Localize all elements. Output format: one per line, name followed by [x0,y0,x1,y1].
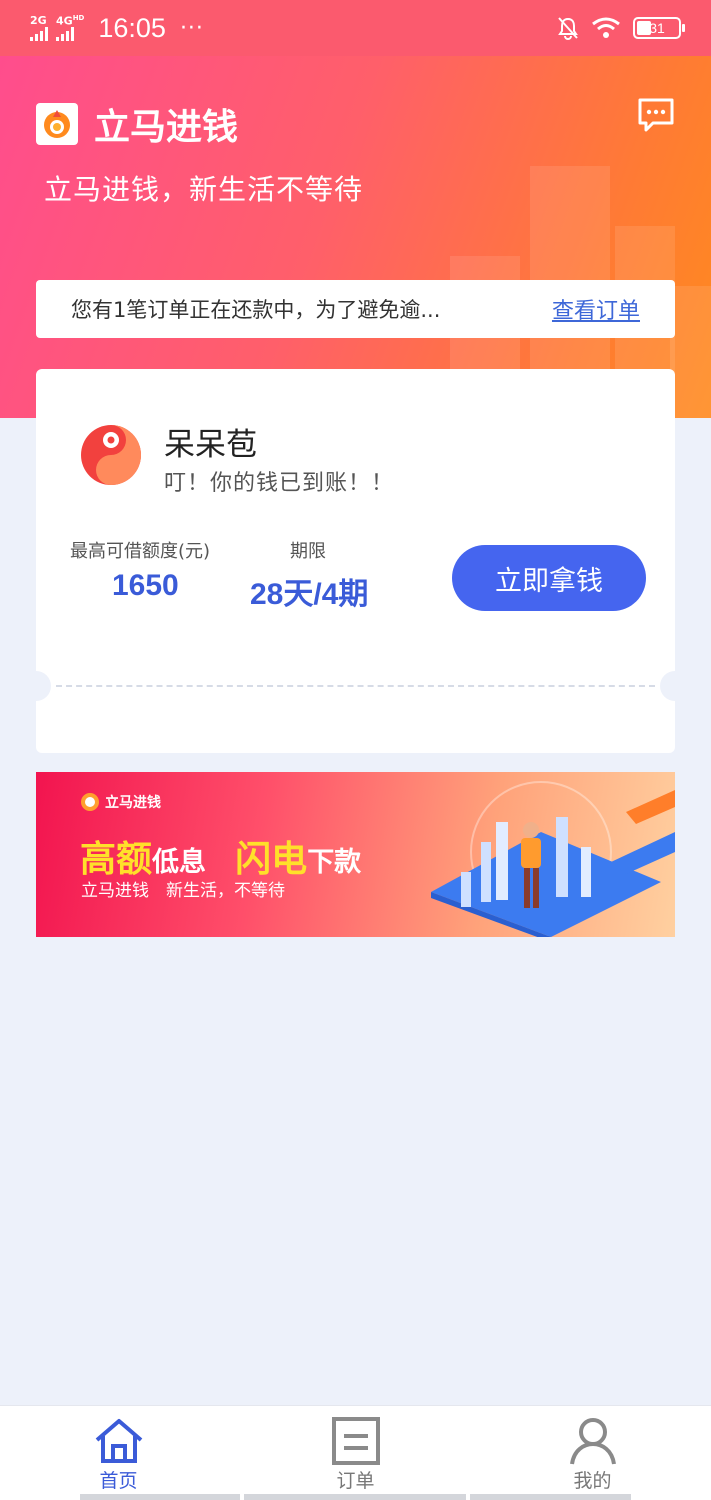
flame-coin-icon [44,110,70,138]
slogan: 立马进钱，新生活不等待 [44,173,364,206]
clock: 16:05 [98,12,166,43]
product-subtitle: 叮！你的钱已到账！！ [164,471,395,496]
message-icon[interactable] [637,96,675,134]
header-banner: 立马进钱 立马进钱，新生活不等待 您有1笔订单正在还款中，为了避免逾... 查看… [0,56,711,418]
nav-mine-label: 我的 [573,1470,612,1492]
limit-label: 最高可借额度(元) [70,541,211,562]
nav-home-label: 首页 [99,1470,138,1492]
banner-h1: 高额 [80,839,153,880]
banner-brand: 立马进钱 [81,792,161,812]
app-title: 立马进钱 [94,106,239,147]
term-value: 28天/4期 [250,578,369,611]
limit-value: 1650 [112,569,179,602]
bottom-nav: 首页 订单 我的 [0,1405,711,1500]
banner-h2: 低息 [152,847,207,878]
net-type-label: 4G [56,14,73,28]
battery-level: 31 [649,20,665,36]
product-avatar-icon [81,425,141,485]
term-label: 期限 [290,541,326,562]
app-logo [36,103,78,145]
gesture-bar-1 [80,1494,240,1500]
gesture-bar-2 [244,1494,466,1500]
net-type-label: 2G [30,14,47,27]
gesture-bar-3 [470,1494,631,1500]
signal-4g-icon: 4GHD [56,13,85,42]
banner-h3: 闪电 [235,839,308,880]
city-illustration [431,781,675,937]
card-notch-left [21,671,51,701]
view-orders-link[interactable]: 查看订单 [552,293,640,325]
nav-home[interactable]: 首页 [0,1406,237,1500]
product-name: 呆呆苞 [164,427,257,463]
home-icon [95,1419,142,1463]
banner-brand-label: 立马进钱 [105,795,161,811]
nav-orders-label: 订单 [336,1470,375,1492]
promo-banner[interactable]: 立马进钱 高额低息 闪电下款 立马进钱 新生活，不等待 [36,772,675,937]
status-bar: 2G 4GHD 16:05 ··· 31 [0,0,711,56]
nav-mine[interactable]: 我的 [474,1406,711,1500]
user-icon [569,1418,616,1465]
brand-mini-icon [81,793,99,811]
loan-card: 呆呆苞 叮！你的钱已到账！！ 最高可借额度(元) 期限 1650 28天/4期 … [21,369,690,753]
card-notch-right [660,671,690,701]
wifi-icon [592,17,620,38]
battery-icon: 31 [633,17,685,39]
order-icon [331,1417,380,1465]
notice-text: 您有1笔订单正在还款中，为了避免逾... [71,298,441,322]
get-money-button[interactable]: 立即拿钱 [452,545,646,611]
more-notifications-icon: ··· [179,15,204,41]
signal-2g-icon: 2G [30,15,48,41]
mute-bell-icon [558,17,578,40]
banner-headline: 高额低息 闪电下款 [80,830,361,882]
banner-h4: 下款 [307,847,362,878]
nav-orders[interactable]: 订单 [237,1406,474,1500]
card-divider [56,685,655,687]
order-notice: 您有1笔订单正在还款中，为了避免逾... 查看订单 [36,280,675,338]
banner-subtitle: 立马进钱 新生活，不等待 [81,881,285,901]
net-hd-label: HD [72,13,85,22]
